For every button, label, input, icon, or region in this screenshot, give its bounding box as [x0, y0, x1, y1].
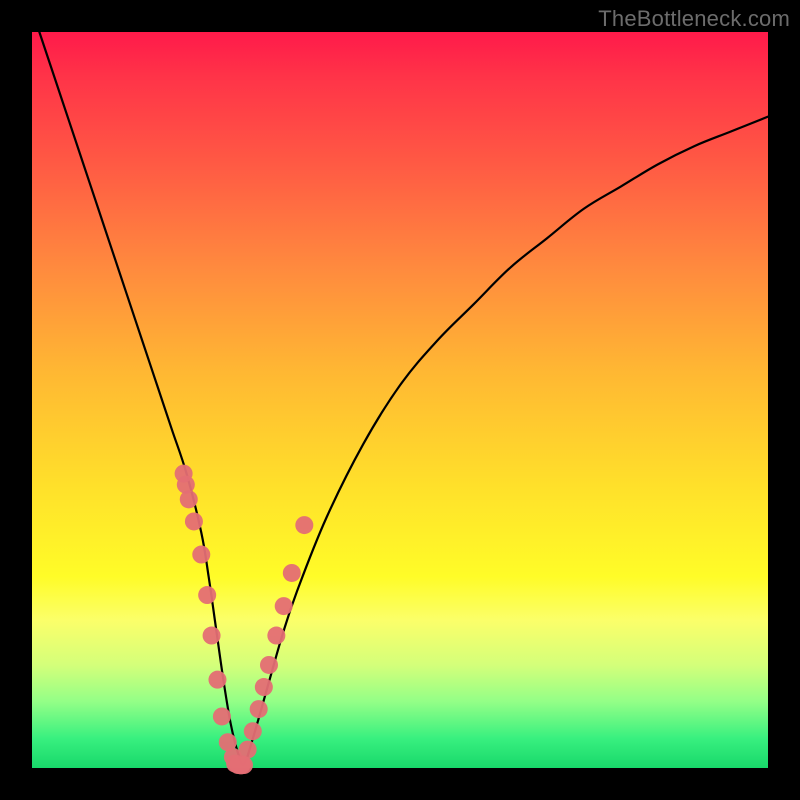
chart-marker: [244, 722, 262, 740]
chart-marker: [235, 756, 253, 774]
chart-marker: [203, 627, 221, 645]
chart-marker: [180, 490, 198, 508]
chart-marker: [185, 512, 203, 530]
chart-marker: [260, 656, 278, 674]
chart-marker: [192, 546, 210, 564]
chart-marker: [239, 741, 257, 759]
chart-marker: [198, 586, 216, 604]
watermark-text: TheBottleneck.com: [598, 6, 790, 32]
chart-marker: [275, 597, 293, 615]
chart-marker: [250, 700, 268, 718]
chart-marker: [208, 671, 226, 689]
chart-marker: [267, 627, 285, 645]
chart-marker: [283, 564, 301, 582]
chart-marker: [213, 707, 231, 725]
bottleneck-chart: [32, 32, 768, 768]
bottleneck-curve-path: [39, 32, 768, 765]
chart-marker: [295, 516, 313, 534]
chart-marker: [255, 678, 273, 696]
